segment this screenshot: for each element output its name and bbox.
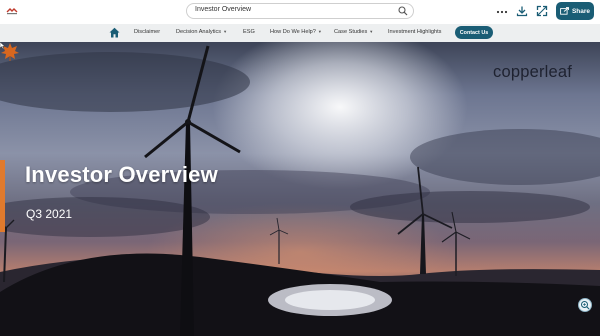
nav-item-how-do-we-help[interactable]: How Do We Help? ▼	[270, 29, 322, 35]
nav-bar: Disclaimer Decision Analytics ▼ ESG How D…	[0, 24, 600, 43]
share-icon	[560, 7, 569, 15]
home-icon[interactable]	[109, 27, 120, 38]
share-button[interactable]: Share	[556, 2, 594, 20]
more-icon[interactable]	[496, 8, 508, 16]
nav-item-esg[interactable]: ESG	[243, 29, 255, 35]
nav-item-decision-analytics[interactable]: Decision Analytics ▼	[176, 29, 227, 35]
search-icon[interactable]	[398, 6, 408, 16]
fullscreen-icon[interactable]	[536, 5, 548, 17]
nav-item-disclaimer[interactable]: Disclaimer	[134, 29, 160, 35]
search-input[interactable]: Investor Overview	[195, 6, 251, 13]
top-bar: Investor Overview Share	[0, 0, 600, 25]
zoom-in-icon	[581, 301, 590, 310]
hero-background-image	[0, 45, 600, 336]
contact-us-button[interactable]: Contact Us	[455, 26, 493, 39]
chevron-down-icon: ▼	[369, 29, 374, 34]
page-subtitle: Q3 2021	[26, 207, 73, 221]
mouse-cursor-icon	[0, 42, 6, 49]
chevron-down-icon: ▼	[223, 29, 228, 34]
download-icon[interactable]	[516, 5, 528, 17]
brand-logo-icon[interactable]	[6, 8, 18, 15]
company-logo-text: copperleaf	[493, 63, 573, 81]
chevron-down-icon: ▼	[317, 29, 322, 34]
page-title: Investor Overview	[25, 162, 218, 187]
zoom-button[interactable]	[578, 298, 592, 312]
search-bar[interactable]: Investor Overview	[186, 3, 414, 19]
nav-item-investment-highlights[interactable]: Investment Highlights	[388, 29, 441, 35]
share-label: Share	[571, 7, 591, 15]
hero-banner: copperleaf Investor Overview Q3 2021	[0, 42, 600, 336]
accent-bar	[0, 160, 5, 232]
nav-item-case-studies[interactable]: Case Studies ▼	[334, 29, 373, 35]
